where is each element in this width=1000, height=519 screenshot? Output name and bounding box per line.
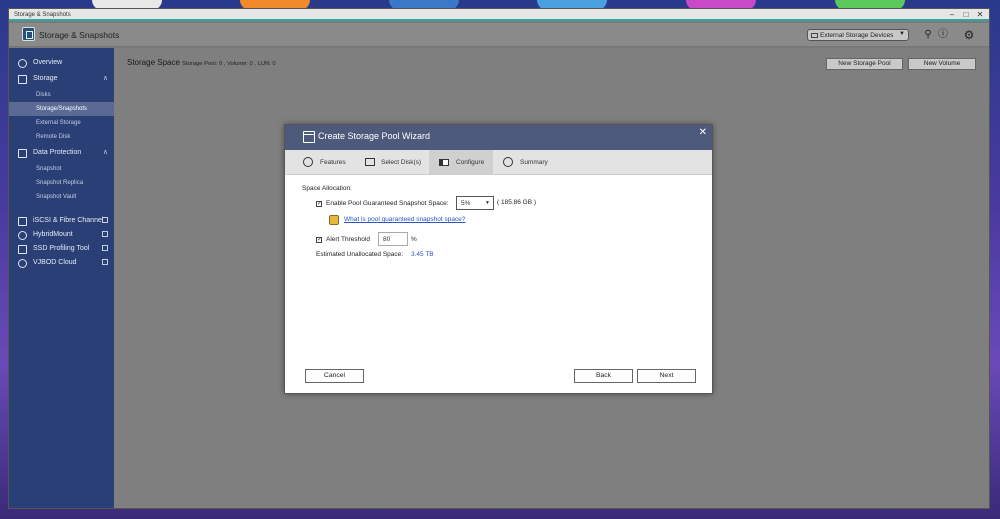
external-link-icon — [102, 231, 108, 237]
sidebar-item-overview[interactable]: Overview — [9, 56, 114, 70]
alert-threshold-checkbox[interactable]: ✓ — [316, 237, 322, 243]
step-label: Features — [320, 159, 346, 166]
step-select-disks: Select Disk(s) — [355, 150, 429, 175]
space-allocation-heading: Space Allocation: — [302, 185, 352, 192]
window-titlebar: Storage & Snapshots – □ ✕ — [9, 9, 989, 21]
ssd-icon — [18, 245, 27, 254]
storage-space-title: Storage Space — [127, 58, 180, 67]
sidebar-item-label: External Storage — [36, 120, 81, 126]
alert-threshold-input[interactable]: 80 — [378, 232, 408, 246]
chevron-up-icon: ∧ — [102, 149, 108, 156]
snapshot-percent-select[interactable]: 5% ▼ — [456, 196, 494, 210]
help-icon[interactable]: ⓘ — [937, 29, 949, 41]
external-link-icon — [102, 217, 108, 223]
minimize-icon[interactable]: – — [948, 10, 956, 19]
storage-device-icon — [811, 33, 818, 38]
sidebar-item-label: VJBOD Cloud — [33, 259, 77, 266]
sidebar-item-remote-disk[interactable]: Remote Disk — [9, 130, 114, 144]
sidebar-item-storage[interactable]: Storage ∧ — [9, 72, 114, 86]
cancel-button[interactable]: Cancel — [305, 369, 364, 383]
app-title: Storage & Snapshots — [39, 30, 120, 40]
new-volume-button[interactable]: New Volume — [908, 58, 976, 70]
snapshot-help-link[interactable]: What is pool guaranteed snapshot space? — [344, 216, 465, 223]
wizard-icon — [303, 131, 315, 143]
page-title: Storage Space Storage Pool: 0 , Volume: … — [127, 58, 276, 67]
step-label: Configure — [456, 159, 485, 166]
sidebar-item-iscsi[interactable]: iSCSI & Fibre Channel — [9, 214, 114, 228]
chevron-down-icon: ▼ — [899, 31, 905, 37]
chevron-down-icon: ▼ — [485, 200, 490, 206]
data-protection-icon — [18, 149, 27, 158]
sidebar-item-label: Snapshot Replica — [36, 180, 84, 186]
external-link-icon — [102, 245, 108, 251]
external-link-icon — [102, 259, 108, 265]
sidebar-item-snapshot-vault[interactable]: Snapshot Vault — [9, 190, 114, 204]
snapshot-percent-value: 5% — [461, 200, 471, 207]
unallocated-label: Estimated Unallocated Space: — [316, 251, 404, 258]
sidebar-item-label: iSCSI & Fibre Channel — [33, 217, 104, 224]
sidebar-item-label: SSD Profiling Tool — [33, 245, 90, 252]
chevron-up-icon: ∧ — [102, 75, 108, 82]
sidebar-item-snapshot-replica[interactable]: Snapshot Replica — [9, 176, 114, 190]
external-storage-select[interactable]: External Storage Devices ▼ — [807, 29, 909, 41]
gear-icon[interactable]: ⚙ — [963, 29, 975, 41]
new-storage-pool-button[interactable]: New Storage Pool — [826, 58, 903, 70]
iscsi-icon — [18, 217, 27, 226]
dialog-header: Create Storage Pool Wizard ✕ — [285, 125, 712, 150]
sidebar-item-vjbod[interactable]: VJBOD Cloud — [9, 256, 114, 270]
close-icon[interactable]: ✕ — [976, 10, 984, 19]
enable-snapshot-checkbox[interactable]: ✓ — [316, 201, 322, 207]
sidebar-item-data-protection[interactable]: Data Protection ∧ — [9, 146, 114, 160]
step-features: Features — [285, 150, 355, 175]
close-icon[interactable]: ✕ — [699, 127, 707, 138]
sidebar-item-snapshot[interactable]: Snapshot — [9, 162, 114, 176]
sidebar: Overview Storage ∧ Disks Storage/Snapsho… — [9, 48, 114, 508]
check-circle-icon — [503, 157, 513, 167]
external-storage-label: External Storage Devices — [820, 32, 894, 39]
step-configure: Configure — [429, 150, 493, 175]
wizard-steps: Features Select Disk(s) Configure Summar… — [285, 150, 712, 175]
sidebar-item-disks[interactable]: Disks — [9, 88, 114, 102]
sidebar-item-label: Storage — [33, 75, 58, 82]
sidebar-item-storage-snapshots[interactable]: Storage/Snapshots — [9, 102, 114, 116]
back-button[interactable]: Back — [574, 369, 633, 383]
enable-snapshot-label: Enable Pool Guaranteed Snapshot Space: — [326, 200, 449, 207]
percent-label: % — [411, 236, 417, 243]
next-button[interactable]: Next — [637, 369, 696, 383]
info-icon — [329, 215, 339, 225]
sidebar-item-external-storage[interactable]: External Storage — [9, 116, 114, 130]
unallocated-value: 3.45 TB — [411, 251, 434, 258]
storage-summary: Storage Pool: 0 , Volume: 0 , LUN: 0 — [182, 61, 276, 67]
sidebar-item-label: Storage/Snapshots — [36, 106, 88, 112]
dialog-title: Create Storage Pool Wizard — [318, 131, 431, 141]
sidebar-item-label: Remote Disk — [36, 134, 71, 140]
sidebar-item-ssd-profiling[interactable]: SSD Profiling Tool — [9, 242, 114, 256]
app-header: Storage & Snapshots External Storage Dev… — [9, 23, 989, 47]
storage-icon — [18, 75, 27, 84]
gear-icon — [303, 157, 313, 167]
sidebar-item-label: HybridMount — [33, 231, 73, 238]
configure-icon — [439, 159, 449, 166]
window-title: Storage & Snapshots — [14, 12, 71, 18]
create-storage-pool-dialog: Create Storage Pool Wizard ✕ Features Se… — [284, 124, 713, 394]
sidebar-item-label: Snapshot Vault — [36, 194, 77, 200]
snapshot-size: ( 185.86 GB ) — [497, 199, 537, 206]
overview-icon — [18, 59, 27, 68]
storage-app-icon — [22, 27, 35, 41]
sidebar-item-hybridmount[interactable]: HybridMount — [9, 228, 114, 242]
step-summary: Summary — [493, 150, 573, 175]
step-label: Select Disk(s) — [381, 159, 422, 166]
maximize-icon[interactable]: □ — [962, 10, 970, 19]
sidebar-item-label: Disks — [36, 92, 51, 98]
sidebar-item-label: Data Protection — [33, 149, 82, 156]
cloud-icon — [18, 259, 27, 268]
sidebar-item-label: Snapshot — [36, 166, 62, 172]
sidebar-item-label: Overview — [33, 59, 63, 66]
search-icon[interactable]: ⚲ — [922, 29, 934, 41]
hybridmount-icon — [18, 231, 27, 240]
step-label: Summary — [520, 159, 548, 166]
disk-icon — [365, 158, 375, 166]
alert-threshold-label: Alert Threshold — [326, 236, 370, 243]
